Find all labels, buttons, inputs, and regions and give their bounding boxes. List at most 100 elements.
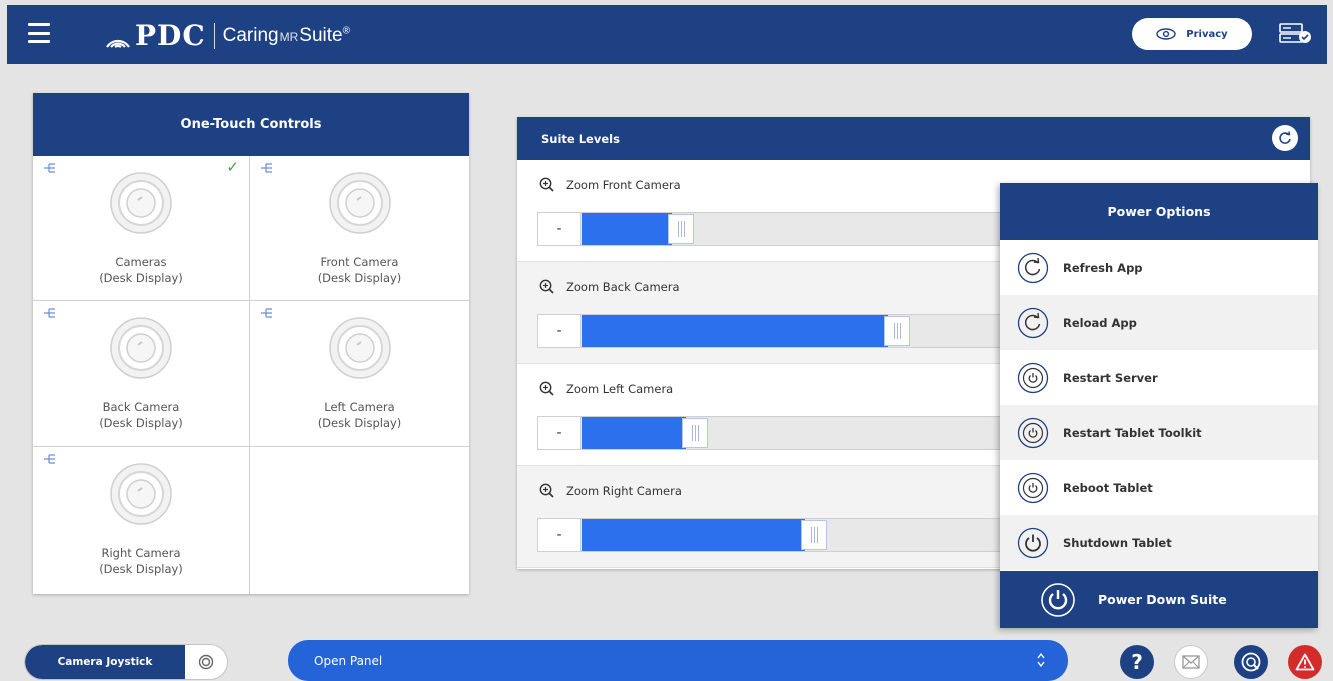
one-touch-cell[interactable]: Front Camera (Desk Display) <box>250 156 469 301</box>
power-option-label: Restart Tablet Toolkit <box>1063 425 1202 440</box>
camera-joystick-toggle[interactable]: Camera Joystick <box>24 644 228 680</box>
level-title: Zoom Left Camera <box>539 381 673 396</box>
message-button[interactable] <box>1174 645 1208 679</box>
power-items: Refresh App Reload App Restart Server Resta… <box>1000 240 1318 570</box>
one-touch-cell[interactable]: Left Camera (Desk Display) <box>250 301 469 447</box>
level-label: Zoom Back Camera <box>566 279 680 294</box>
power-options-menu: Power Options Refresh App Reload App Resta… <box>1000 183 1318 628</box>
power-option-label: Reload App <box>1063 315 1137 330</box>
slider-thumb[interactable] <box>682 418 708 448</box>
slider-fill <box>582 417 686 449</box>
pdc-logo-icon <box>106 39 130 48</box>
reboot-icon <box>1017 472 1049 503</box>
power-option-label: Restart Server <box>1063 370 1158 385</box>
slider-fill <box>582 315 888 347</box>
camera-name: Right Camera <box>101 546 181 560</box>
camera-icon <box>110 317 172 379</box>
camera-display: (Desk Display) <box>99 562 183 576</box>
up-down-arrows-icon <box>1037 652 1045 668</box>
camera-display: (Desk Display) <box>99 271 183 285</box>
suite-levels-title: Suite Levels <box>541 131 620 146</box>
server-status-icon[interactable] <box>1279 23 1313 45</box>
help-glyph: ? <box>1131 650 1143 674</box>
camera-label: Left Camera (Desk Display) <box>318 399 402 431</box>
slider-thumb[interactable] <box>801 520 827 550</box>
refresh-icon <box>1017 252 1049 283</box>
power-option-item[interactable]: Reload App <box>1000 295 1318 350</box>
reload-icon <box>1017 307 1049 338</box>
level-label: Zoom Front Camera <box>566 177 681 192</box>
mail-icon <box>1182 655 1200 669</box>
slider-fill <box>582 519 805 551</box>
power-option-label: Reboot Tablet <box>1063 480 1153 495</box>
camera-icon <box>110 463 172 525</box>
slider-thumb[interactable] <box>668 214 694 244</box>
tree-icon <box>44 163 55 173</box>
eye-icon <box>1156 28 1176 40</box>
camera-search-button[interactable] <box>1234 645 1268 679</box>
help-button[interactable]: ? <box>1120 645 1154 679</box>
level-title: Zoom Right Camera <box>539 483 682 498</box>
brand-name: PDC <box>135 19 206 52</box>
logo-divider <box>213 22 215 49</box>
product-prefix: Caring <box>222 24 279 46</box>
decrease-button[interactable]: - <box>538 417 581 449</box>
camera-label: Back Camera (Desk Display) <box>99 399 183 431</box>
slider-fill <box>582 213 672 245</box>
camera-label: Right Camera (Desk Display) <box>99 545 183 577</box>
decrease-button[interactable]: - <box>538 213 581 245</box>
level-title: Zoom Front Camera <box>539 177 681 192</box>
zoom-in-icon <box>539 279 554 294</box>
camera-icon <box>110 172 172 234</box>
power-option-item[interactable]: Refresh App <box>1000 240 1318 295</box>
joystick-camera-icon <box>185 645 227 679</box>
power-option-label: Shutdown Tablet <box>1063 535 1172 550</box>
one-touch-cell[interactable]: Right Camera (Desk Display) <box>33 447 250 594</box>
slider-thumb[interactable] <box>884 316 910 346</box>
power-down-suite-button[interactable]: Power Down Suite <box>1000 571 1318 628</box>
decrease-button[interactable]: - <box>538 519 581 551</box>
power-down-label: Power Down Suite <box>1098 592 1227 607</box>
open-panel-select[interactable]: Open Panel <box>288 640 1068 681</box>
privacy-button[interactable]: Privacy <box>1132 18 1252 50</box>
tree-icon <box>44 454 55 464</box>
camera-name: Back Camera <box>102 400 180 414</box>
camera-label: Cameras (Desk Display) <box>99 254 183 286</box>
camera-name: Left Camera <box>324 400 395 414</box>
restart-server-icon <box>1017 362 1049 393</box>
power-option-item[interactable]: Restart Server <box>1000 350 1318 405</box>
app-logo: PDC CaringMRSuite® <box>103 19 350 52</box>
restart-toolkit-icon <box>1017 417 1049 448</box>
hamburger-menu-button[interactable] <box>28 23 50 43</box>
camera-name: Front Camera <box>320 255 399 269</box>
power-icon <box>1017 527 1049 558</box>
one-touch-cell[interactable]: ✓ Cameras (Desk Display) <box>33 156 250 301</box>
one-touch-cell[interactable]: Back Camera (Desk Display) <box>33 301 250 447</box>
tree-icon <box>261 308 272 318</box>
privacy-label: Privacy <box>1186 28 1228 40</box>
camera-label: Front Camera (Desk Display) <box>318 254 402 286</box>
camera-display: (Desk Display) <box>317 416 402 430</box>
product-mr: MR <box>279 29 299 44</box>
check-icon: ✓ <box>226 158 239 176</box>
one-touch-title: One-Touch Controls <box>33 93 469 156</box>
camera-icon <box>328 317 391 379</box>
power-option-label: Refresh App <box>1063 260 1143 275</box>
power-options-title: Power Options <box>1000 183 1318 240</box>
alert-button[interactable] <box>1288 645 1322 679</box>
refresh-levels-button[interactable] <box>1272 125 1298 151</box>
one-touch-empty-cell <box>250 447 469 594</box>
power-option-item[interactable]: Shutdown Tablet <box>1000 515 1318 570</box>
zoom-in-icon <box>539 177 554 192</box>
camera-joystick-label: Camera Joystick <box>25 645 185 679</box>
refresh-icon <box>1279 131 1291 144</box>
product-suffix: Suite <box>299 24 343 46</box>
camera-search-icon <box>1241 652 1261 672</box>
zoom-in-icon <box>539 483 554 498</box>
power-option-item[interactable]: Reboot Tablet <box>1000 460 1318 515</box>
one-touch-controls-panel: One-Touch Controls ✓ Cameras (Desk Display… <box>33 93 469 594</box>
decrease-button[interactable]: - <box>538 315 581 347</box>
power-option-item[interactable]: Restart Tablet Toolkit <box>1000 405 1318 460</box>
level-title: Zoom Back Camera <box>539 279 680 294</box>
product-name: CaringMRSuite® <box>223 25 350 47</box>
